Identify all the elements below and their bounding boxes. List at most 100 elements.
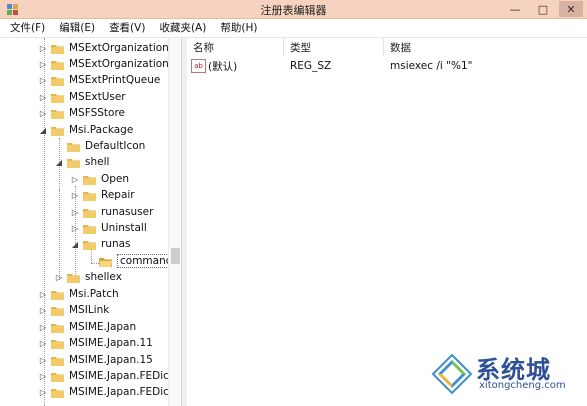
- folder-icon: [83, 174, 96, 185]
- tree-node-label: Repair: [101, 189, 135, 201]
- tree-scrollbar[interactable]: [168, 38, 181, 406]
- tree-node-label: Uninstall: [101, 222, 147, 234]
- tree-node-label: MSExtUser: [69, 91, 126, 103]
- column-header-name[interactable]: 名称: [193, 38, 214, 56]
- tree-node[interactable]: ▷ runasuser: [70, 204, 154, 220]
- folder-icon: [51, 371, 64, 382]
- menu-help[interactable]: 帮助(H): [218, 20, 259, 35]
- folder-icon: [51, 92, 64, 103]
- tree-node-label: MSIME.Japan.11: [69, 337, 153, 349]
- tree-node-label: MSFSStore: [69, 107, 125, 119]
- tree-node[interactable]: ▷ MSIME.Japan.15: [38, 352, 153, 368]
- expand-arrow-icon[interactable]: ▷: [38, 92, 48, 102]
- folder-icon: [67, 272, 80, 283]
- menu-favorites[interactable]: 收藏夹(A): [157, 20, 208, 35]
- tree-node[interactable]: ▷ shellex: [54, 269, 122, 285]
- tree-node[interactable]: ▷ MSExtUser: [38, 89, 126, 105]
- expand-arrow-icon[interactable]: ▷: [70, 174, 80, 184]
- value-type: REG_SZ: [290, 60, 332, 72]
- column-header-data[interactable]: 数据: [390, 38, 411, 56]
- scrollbar-thumb[interactable]: [171, 248, 180, 264]
- tree-node[interactable]: ▷ MSIME.Japan.FEDict: [38, 368, 173, 384]
- folder-icon: [67, 157, 80, 168]
- expand-arrow-icon[interactable]: ▷: [70, 207, 80, 217]
- minimize-button[interactable]: —: [503, 1, 527, 17]
- folder-icon: [51, 338, 64, 349]
- tree-node[interactable]: ▷ MSIME.Japan: [38, 319, 136, 335]
- folder-icon: [83, 223, 96, 234]
- expand-arrow-icon[interactable]: ▷: [54, 272, 64, 282]
- folder-icon: [51, 387, 64, 398]
- tree-node[interactable]: ▷ MSIME.Japan.11: [38, 335, 153, 351]
- collapse-arrow-icon[interactable]: ◢: [70, 239, 80, 249]
- tree-node-label: MSExtPrintQueue: [69, 74, 161, 86]
- tree-node[interactable]: ▷ MSILink: [38, 302, 109, 318]
- menu-bar: 文件(F) 编辑(E) 查看(V) 收藏夹(A) 帮助(H): [0, 19, 587, 36]
- title-bar: 注册表编辑器 — □ ✕: [0, 0, 587, 19]
- tree-node-runas[interactable]: ◢ runas: [70, 236, 131, 252]
- registry-tree: ▷ MSExtOrganization ▷ MSExtOrganizationU…: [0, 38, 181, 406]
- value-name-cell: ab (默认): [191, 59, 237, 74]
- tree-node[interactable]: ▷ MSExtOrganization: [38, 40, 169, 56]
- menu-edit[interactable]: 编辑(E): [57, 20, 97, 35]
- expand-arrow-icon[interactable]: ▷: [38, 289, 48, 299]
- tree-node[interactable]: ▷ Uninstall: [70, 220, 147, 236]
- expand-arrow-icon[interactable]: ▷: [38, 43, 48, 53]
- tree-node-label: Open: [101, 173, 130, 185]
- expand-arrow-icon[interactable]: ▷: [70, 190, 80, 200]
- tree-node[interactable]: ▷ MSFSStore: [38, 105, 125, 121]
- folder-icon: [67, 141, 80, 152]
- tree-node[interactable]: ▷ Msi.Patch: [38, 286, 119, 302]
- column-divider[interactable]: [283, 38, 284, 56]
- tree-node[interactable]: DefaultIcon: [54, 138, 145, 154]
- collapse-arrow-icon[interactable]: ◢: [38, 125, 48, 135]
- tree-node-label: runas: [101, 238, 131, 250]
- menu-file[interactable]: 文件(F): [8, 20, 47, 35]
- tree-node[interactable]: ▷ Open: [70, 171, 129, 187]
- tree-node-command-selected[interactable]: command: [86, 253, 176, 269]
- tree-node[interactable]: ▷ MSExtOrganizationU: [38, 56, 177, 72]
- tree-node[interactable]: ▷ MSIME.Japan.FEDict.: [38, 384, 176, 400]
- tree-node-label: shellex: [85, 271, 122, 283]
- tree-node-shell[interactable]: ◢ shell: [54, 154, 110, 170]
- column-divider[interactable]: [383, 38, 384, 56]
- expand-arrow-icon[interactable]: ▷: [38, 75, 48, 85]
- values-list: 名称 类型 数据 ab (默认) REG_SZ msiexec /i "%1" …: [187, 38, 587, 406]
- watermark-site: xitongcheng.com: [479, 380, 566, 391]
- expand-arrow-icon[interactable]: ▷: [38, 59, 48, 69]
- expand-arrow-icon[interactable]: ▷: [38, 322, 48, 332]
- expand-arrow-icon[interactable]: ▷: [70, 223, 80, 233]
- expand-arrow-icon[interactable]: ▷: [38, 108, 48, 118]
- string-value-icon: ab: [191, 59, 206, 73]
- tree-node[interactable]: ▷ Repair: [70, 187, 135, 203]
- collapse-arrow-icon[interactable]: ◢: [54, 157, 64, 167]
- close-button[interactable]: ✕: [559, 1, 583, 17]
- diamond-logo-icon: [431, 353, 473, 395]
- tree-node-msi-package[interactable]: ◢ Msi.Package: [38, 122, 133, 138]
- tree-node-label: MSExtOrganization: [69, 42, 169, 54]
- expand-arrow-icon[interactable]: ▷: [38, 305, 48, 315]
- expand-arrow-icon[interactable]: ▷: [38, 355, 48, 365]
- expand-arrow-icon: [54, 141, 64, 151]
- menu-view[interactable]: 查看(V): [107, 20, 147, 35]
- tree-node-label: MSIME.Japan.FEDict: [69, 370, 174, 382]
- tree-node-label: command: [117, 254, 176, 268]
- tree-node-label: MSExtOrganizationU: [69, 58, 177, 70]
- tree-node-label: Msi.Patch: [69, 288, 119, 300]
- value-data: msiexec /i "%1": [390, 60, 473, 72]
- expand-arrow-icon[interactable]: ▷: [38, 338, 48, 348]
- tree-node-label: runasuser: [101, 206, 154, 218]
- column-header-type[interactable]: 类型: [290, 38, 311, 56]
- folder-icon: [51, 125, 64, 136]
- tree-node[interactable]: ▷ MSExtPrintQueue: [38, 72, 160, 88]
- expand-arrow-icon[interactable]: ▷: [38, 387, 48, 397]
- tree-node-label: DefaultIcon: [85, 140, 146, 152]
- expand-arrow-icon[interactable]: ▷: [38, 371, 48, 381]
- tree-node-label: MSIME.Japan: [69, 321, 137, 333]
- table-row[interactable]: ab (默认) REG_SZ msiexec /i "%1": [187, 57, 587, 75]
- tree-node-label: MSIME.Japan.15: [69, 354, 153, 366]
- maximize-button[interactable]: □: [531, 1, 555, 17]
- folder-icon: [51, 355, 64, 366]
- folder-icon: [83, 239, 96, 250]
- expand-arrow-icon: [86, 256, 96, 266]
